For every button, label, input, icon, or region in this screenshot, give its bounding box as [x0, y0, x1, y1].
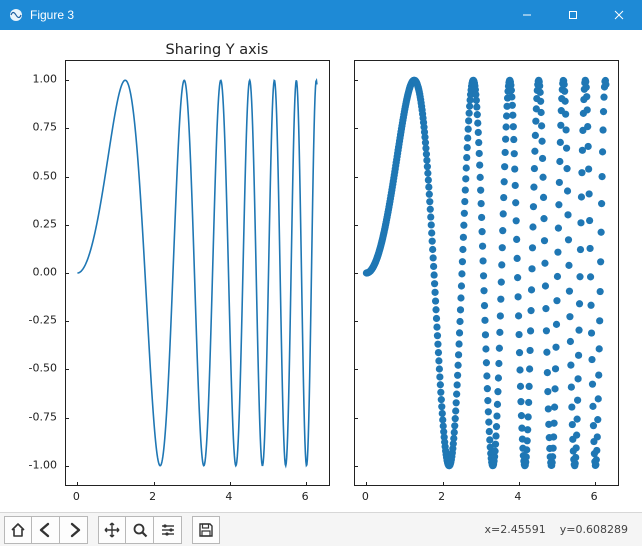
y-tick-label: 1.00	[33, 73, 58, 86]
y-tick-label: 0.50	[33, 169, 58, 182]
window-minimize-button[interactable]	[504, 0, 550, 30]
y-tick-label: 0.75	[33, 121, 58, 134]
matplotlib-toolbar: x=2.45591 y=0.608289	[0, 512, 642, 546]
x-tick-label: 2	[149, 490, 156, 503]
forward-button[interactable]	[60, 516, 88, 544]
x-axis-ticks: 0 2 4 6	[65, 486, 330, 506]
status-x-label: x=	[485, 523, 501, 536]
left-axes: 0 2 4 6	[65, 60, 330, 506]
y-tick-label: 0.25	[33, 217, 58, 230]
home-button[interactable]	[4, 516, 32, 544]
cursor-status: x=2.45591 y=0.608289	[485, 523, 638, 536]
right-axes: 0 2 4 6	[354, 60, 619, 506]
y-tick-label: 0.00	[33, 266, 58, 279]
status-y-value: 0.608289	[576, 523, 629, 536]
y-axis-ticks: -1.00 -0.75 -0.50 -0.25 0.00 0.25 0.50 0.75 1.00	[11, 60, 65, 506]
scatter-plot-area[interactable]	[354, 60, 619, 486]
y-tick-label: -0.25	[29, 314, 57, 327]
zoom-button[interactable]	[126, 516, 154, 544]
pan-button[interactable]	[98, 516, 126, 544]
status-y-label: y=	[560, 523, 576, 536]
x-tick-label: 4	[514, 490, 521, 503]
window-maximize-button[interactable]	[550, 0, 596, 30]
window-title: Figure 3	[30, 8, 504, 22]
x-tick-label: 6	[591, 490, 598, 503]
app-icon	[8, 7, 24, 23]
window-titlebar: Figure 3	[0, 0, 642, 30]
save-button[interactable]	[192, 516, 220, 544]
x-tick-label: 0	[73, 490, 80, 503]
figure-canvas[interactable]: Sharing Y axis -1.00 -0.75 -0.50 -0.25 0.00 0…	[0, 30, 642, 512]
back-button[interactable]	[32, 516, 60, 544]
x-tick-label: 6	[302, 490, 309, 503]
x-axis-ticks: 0 2 4 6	[354, 486, 619, 506]
plot-title: Sharing Y axis	[65, 42, 369, 58]
y-tick-label: -0.50	[29, 362, 57, 375]
line-plot-area[interactable]	[65, 60, 330, 486]
x-tick-label: 4	[225, 490, 232, 503]
configure-subplots-button[interactable]	[154, 516, 182, 544]
window-close-button[interactable]	[596, 0, 642, 30]
status-x-value: 2.45591	[500, 523, 546, 536]
y-tick-label: -1.00	[29, 458, 57, 471]
x-tick-label: 2	[438, 490, 445, 503]
x-tick-label: 0	[362, 490, 369, 503]
y-tick-label: -0.75	[29, 410, 57, 423]
